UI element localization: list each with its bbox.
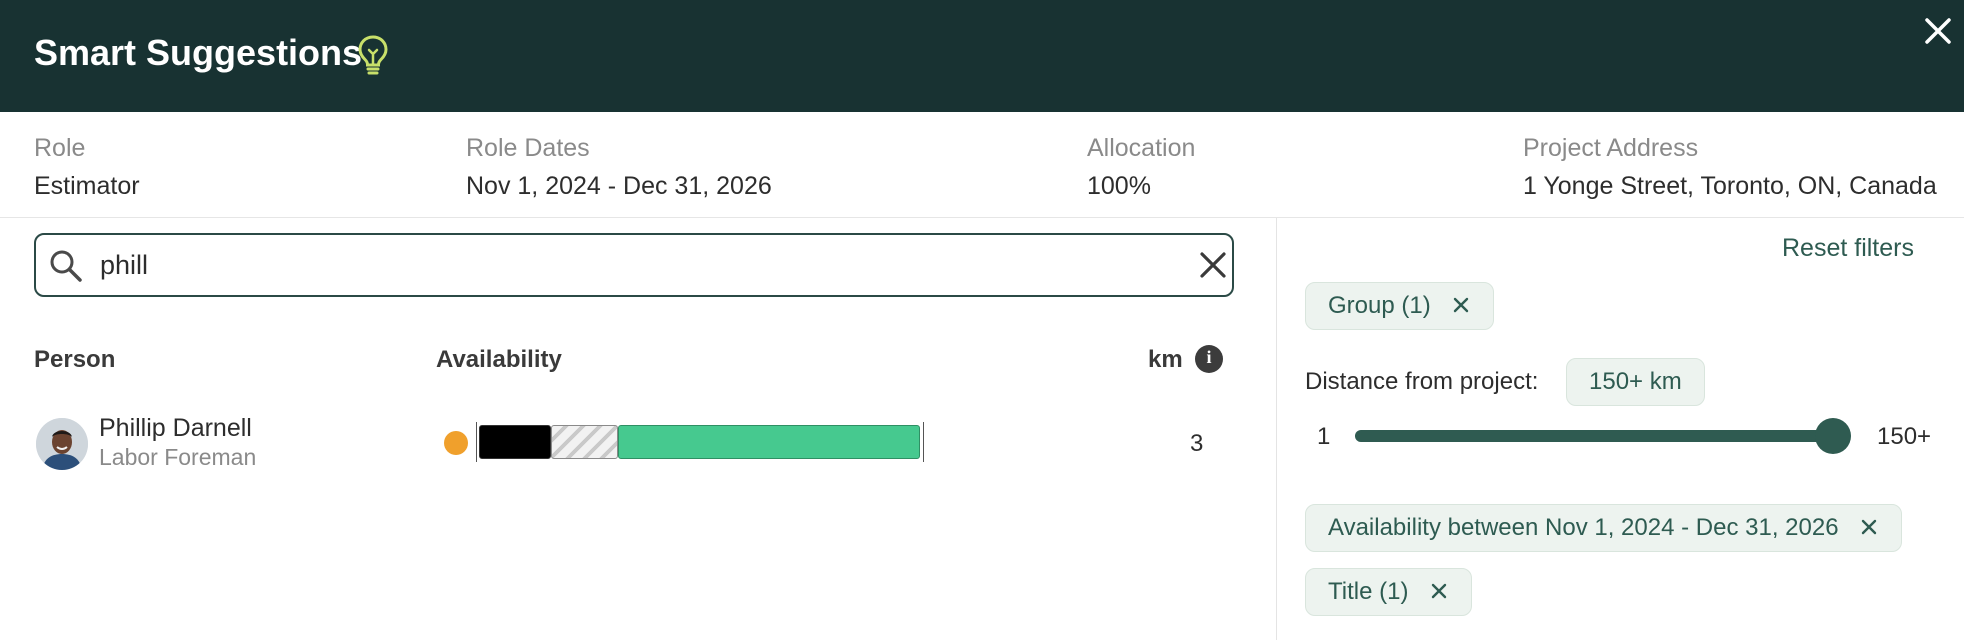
distance-value-label: 150+ km (1589, 368, 1682, 395)
role-dates-label: Role Dates (466, 134, 590, 162)
search-box[interactable] (34, 233, 1234, 297)
role-dates-value: Nov 1, 2024 - Dec 31, 2026 (466, 172, 772, 200)
availability-bar-booked[interactable] (479, 425, 551, 459)
role-dates-info: Role Dates Nov 1, 2024 - Dec 31, 2026 (466, 132, 772, 202)
distance-km: 3 (1190, 430, 1204, 457)
column-header-person[interactable]: Person (34, 346, 115, 374)
distance-slider-fill (1355, 430, 1833, 442)
status-dot (444, 431, 468, 455)
timeline-end-tick (923, 422, 924, 462)
clear-search-icon[interactable] (1196, 248, 1230, 282)
filters-panel: Reset filters Group (1) Distance from pr… (1277, 218, 1964, 640)
allocation-label: Allocation (1087, 134, 1196, 162)
remove-chip-icon[interactable] (1451, 295, 1471, 315)
modal-title: Smart Suggestions (34, 32, 363, 73)
close-icon[interactable] (1921, 14, 1955, 48)
availability-filter-label: Availability between Nov 1, 2024 - Dec 3… (1328, 514, 1839, 541)
search-input[interactable] (100, 245, 1140, 285)
slider-max-label: 150+ (1877, 423, 1932, 450)
slider-min-label: 1 (1317, 423, 1331, 450)
title-filter-label: Title (1) (1328, 578, 1409, 605)
role-label: Role (34, 134, 86, 162)
remove-chip-icon[interactable] (1429, 581, 1449, 601)
availability-bar-partial[interactable] (551, 425, 618, 459)
role-value: Estimator (34, 172, 140, 200)
timeline-start-tick (476, 422, 477, 462)
project-address-info: Project Address 1 Yonge Street, Toronto,… (1523, 132, 1937, 202)
reset-filters-link[interactable]: Reset filters (1782, 234, 1914, 263)
availability-bar-available[interactable] (618, 425, 920, 459)
column-header-km[interactable]: km (1148, 346, 1183, 374)
allocation-info: Allocation 100% (1087, 132, 1195, 202)
person-title: Labor Foreman (99, 444, 257, 470)
search-icon (50, 250, 82, 282)
modal-header: Smart Suggestions (0, 0, 1964, 112)
project-address-value: 1 Yonge Street, Toronto, ON, Canada (1523, 172, 1937, 200)
info-icon[interactable]: i (1195, 345, 1223, 373)
distance-slider-handle[interactable] (1815, 418, 1851, 454)
column-header-availability[interactable]: Availability (436, 346, 562, 374)
role-info: Role Estimator (34, 132, 140, 202)
project-address-label: Project Address (1523, 134, 1699, 162)
distance-value-chip: 150+ km (1566, 358, 1705, 406)
results-panel: Person Availability km i Phillip Darnell… (0, 218, 1276, 640)
group-filter-chip[interactable]: Group (1) (1305, 282, 1495, 330)
allocation-value: 100% (1087, 172, 1151, 200)
remove-chip-icon[interactable] (1859, 517, 1879, 537)
distance-label: Distance from project: (1305, 368, 1539, 395)
lightbulb-icon (358, 35, 388, 75)
person-name[interactable]: Phillip Darnell (99, 414, 252, 443)
role-info-strip: Role Estimator Role Dates Nov 1, 2024 - … (0, 112, 1964, 218)
group-filter-label: Group (1) (1328, 292, 1431, 319)
avatar (36, 418, 88, 470)
title-filter-chip[interactable]: Title (1) (1305, 568, 1473, 616)
availability-filter-chip[interactable]: Availability between Nov 1, 2024 - Dec 3… (1305, 504, 1903, 552)
